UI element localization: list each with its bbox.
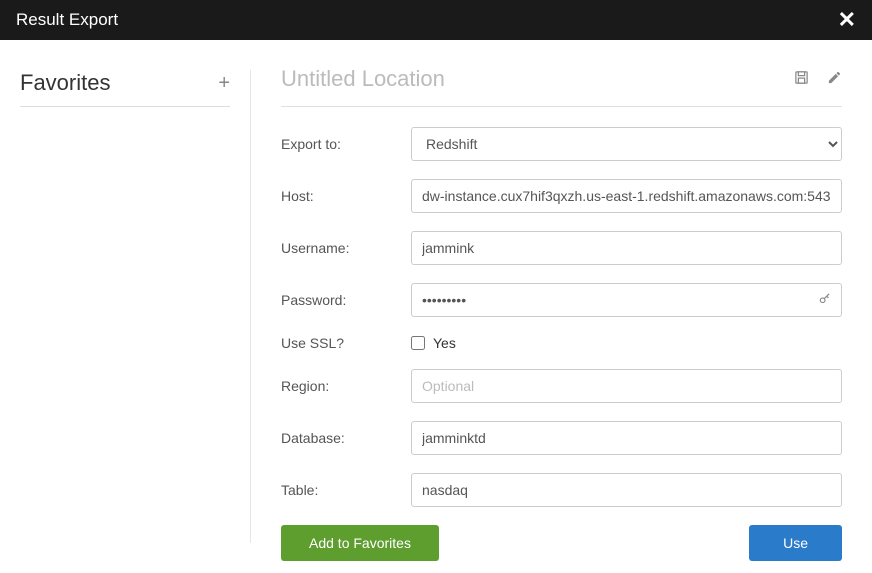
use-button[interactable]: Use: [749, 525, 842, 561]
export-to-select[interactable]: Redshift: [411, 127, 842, 161]
export-form: Export to: Redshift Host: Username:: [281, 127, 842, 561]
row-export-to: Export to: Redshift: [281, 127, 842, 161]
label-password: Password:: [281, 292, 411, 308]
region-input[interactable]: [411, 369, 842, 403]
dialog-body: Favorites + Untitled Location: [0, 40, 872, 573]
row-host: Host:: [281, 179, 842, 213]
label-region: Region:: [281, 378, 411, 394]
label-host: Host:: [281, 188, 411, 204]
username-input[interactable]: [411, 231, 842, 265]
row-username: Username:: [281, 231, 842, 265]
favorites-header: Favorites +: [20, 70, 230, 107]
row-table: Table:: [281, 473, 842, 507]
main-panel: Untitled Location Export to: [251, 40, 872, 573]
edit-pencil-icon[interactable]: [827, 70, 842, 89]
label-database: Database:: [281, 430, 411, 446]
favorites-sidebar: Favorites +: [0, 40, 250, 573]
dialog-title: Result Export: [16, 10, 118, 30]
table-input[interactable]: [411, 473, 842, 507]
password-input[interactable]: [411, 283, 842, 317]
row-region: Region:: [281, 369, 842, 403]
row-database: Database:: [281, 421, 842, 455]
key-icon[interactable]: [818, 292, 832, 309]
row-password: Password:: [281, 283, 842, 317]
location-title: Untitled Location: [281, 66, 794, 92]
host-input[interactable]: [411, 179, 842, 213]
close-icon[interactable]: ✕: [838, 9, 856, 31]
label-export-to: Export to:: [281, 136, 411, 152]
button-row: Add to Favorites Use: [281, 525, 842, 561]
location-actions: [794, 70, 842, 89]
save-disk-icon[interactable]: [794, 70, 809, 89]
plus-icon[interactable]: +: [218, 72, 230, 95]
label-username: Username:: [281, 240, 411, 256]
favorites-title: Favorites: [20, 70, 110, 96]
database-input[interactable]: [411, 421, 842, 455]
location-header: Untitled Location: [281, 66, 842, 107]
add-to-favorites-button[interactable]: Add to Favorites: [281, 525, 439, 561]
label-table: Table:: [281, 482, 411, 498]
label-use-ssl: Use SSL?: [281, 335, 411, 351]
dialog-header: Result Export ✕: [0, 0, 872, 40]
use-ssl-checkbox[interactable]: [411, 336, 425, 350]
row-use-ssl: Use SSL? Yes: [281, 335, 842, 351]
use-ssl-option-label: Yes: [433, 335, 456, 351]
